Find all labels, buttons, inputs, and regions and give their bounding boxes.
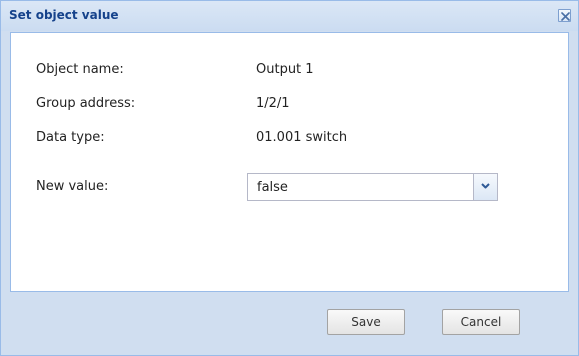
group-address-value: 1/2/1 [256, 96, 290, 111]
close-button[interactable] [558, 9, 571, 22]
object-name-label: Object name: [36, 62, 124, 77]
dialog-title: Set object value [9, 8, 119, 22]
close-icon [561, 12, 570, 21]
set-object-value-dialog: Set object value Object name: Output 1 G… [0, 0, 579, 356]
new-value-label: New value: [36, 179, 109, 194]
data-type-label: Data type: [36, 130, 105, 145]
save-button[interactable]: Save [327, 309, 405, 335]
cancel-button[interactable]: Cancel [442, 309, 520, 335]
data-type-value: 01.001 switch [256, 130, 348, 145]
new-value-selected[interactable]: false [257, 180, 288, 195]
new-value-select[interactable]: false [247, 173, 498, 201]
group-address-label: Group address: [36, 96, 136, 111]
dialog-titlebar: Set object value [1, 1, 578, 31]
object-name-value: Output 1 [256, 62, 314, 77]
new-value-dropdown-trigger[interactable] [473, 174, 497, 200]
chevron-down-icon [481, 183, 490, 189]
dialog-body: Object name: Output 1 Group address: 1/2… [10, 32, 569, 292]
